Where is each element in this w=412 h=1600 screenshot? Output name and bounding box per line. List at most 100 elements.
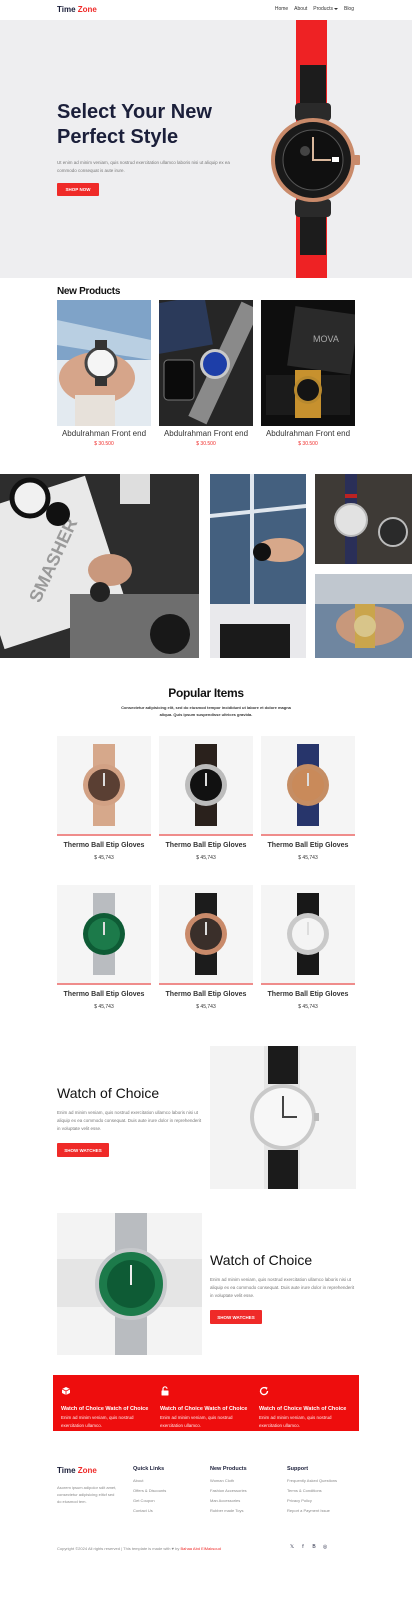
product-price: $ 30.500: [196, 441, 216, 447]
nav-link-products-label: Products: [313, 6, 333, 12]
footer-link[interactable]: Terms & Conditions: [287, 1488, 337, 1493]
product-name: Abdulrahman Front end: [265, 429, 351, 438]
hero-subtitle: Ut enim ad minim veniam, quis nostrud ex…: [57, 160, 230, 173]
product-card[interactable]: Abdulrahman Front end $ 30.500: [159, 300, 253, 447]
footer-link[interactable]: Man Accessories: [210, 1498, 247, 1503]
popular-item-divider: [159, 983, 253, 985]
hero-title-line2: Perfect Style: [57, 126, 179, 148]
popular-item-name: Thermo Ball Etip Gloves: [165, 991, 247, 998]
popular-item-image: [261, 736, 355, 834]
social-links: 𝕏 f B ◎: [289, 1544, 328, 1550]
svg-text:MOVA: MOVA: [313, 334, 339, 344]
footer-link[interactable]: About: [133, 1478, 166, 1483]
footer-link[interactable]: Fashion Accessories: [210, 1488, 247, 1493]
popular-item-image: [57, 885, 151, 983]
popular-item-divider: [261, 983, 355, 985]
nav-link-products[interactable]: Products: [313, 6, 338, 12]
product-card[interactable]: MOVA Abdulrahman Front end $ 30.500: [261, 300, 355, 447]
footer-link[interactable]: Rubber made Toys: [210, 1508, 247, 1513]
copyright-text: Copyright ©2024 All rights reserved | Th…: [57, 1546, 181, 1551]
behance-icon[interactable]: B: [311, 1544, 317, 1550]
globe-icon[interactable]: ◎: [322, 1544, 328, 1550]
hero-title-line1: Select Your New: [57, 101, 212, 123]
popular-item-card[interactable]: Thermo Ball Etip Gloves $ 45,743: [159, 736, 253, 861]
footer-link[interactable]: Get Coupon: [133, 1498, 166, 1503]
feature-title: Watch of Choice Watch of Choice: [61, 1406, 149, 1412]
popular-item-image: [261, 885, 355, 983]
product-price: $ 30.500: [94, 441, 114, 447]
feature-item: Watch of Choice Watch of Choice Enim ad …: [61, 1383, 157, 1430]
logo-accent: Zone: [77, 5, 97, 14]
gallery-image-bottom-right: [315, 574, 412, 658]
footer-column-title: Support: [287, 1466, 309, 1472]
popular-item-name: Thermo Ball Etip Gloves: [267, 991, 349, 998]
choice-watch-image: [57, 1213, 202, 1355]
nav-link-about[interactable]: About: [294, 6, 307, 12]
footer-column-support: Support Frequently Asked Questions Terms…: [287, 1466, 337, 1518]
hero-title: Select Your New Perfect Style: [57, 100, 257, 150]
logo-primary: Time: [57, 5, 76, 14]
choice-watch-image: [210, 1046, 356, 1189]
new-products-title: New Products: [57, 286, 121, 297]
footer-logo[interactable]: Time Zone: [57, 1466, 97, 1475]
footer-column-title: Quick Links: [133, 1466, 165, 1472]
popular-item-divider: [57, 834, 151, 836]
package-icon: [61, 1387, 71, 1395]
footer-link[interactable]: Privacy Policy: [287, 1498, 337, 1503]
hero-section: Select Your New Perfect Style Ut enim ad…: [0, 20, 412, 278]
copyright: Copyright ©2024 All rights reserved | Th…: [57, 1546, 221, 1551]
product-name: Abdulrahman Front end: [61, 429, 147, 438]
choice-title: Watch of Choice: [210, 1252, 313, 1268]
nav-link-home[interactable]: Home: [275, 6, 288, 12]
product-card[interactable]: Abdulrahman Front end $ 30.500: [57, 300, 151, 447]
popular-item-name: Thermo Ball Etip Gloves: [267, 842, 349, 849]
show-watches-button[interactable]: Show Watches: [57, 1143, 109, 1157]
top-nav: Time Zone Home About Products Blog: [0, 0, 412, 20]
gallery-image-tall: [210, 474, 306, 658]
footer-column-quick-links: Quick Links About Offers & Discounts Get…: [133, 1466, 166, 1518]
feature-text: Enim ad minim veniam, quis nostrud exerc…: [259, 1415, 332, 1428]
feature-text: Enim ad minim veniam, quis nostrud exerc…: [160, 1415, 233, 1428]
feature-text: Enim ad minim veniam, quis nostrud exerc…: [61, 1415, 134, 1428]
popular-item-price: $ 45,743: [196, 1004, 216, 1010]
popular-item-image: [57, 736, 151, 834]
popular-item-card[interactable]: Thermo Ball Etip Gloves $ 45,743: [159, 885, 253, 1010]
popular-item-name: Thermo Ball Etip Gloves: [63, 991, 145, 998]
feature-item: Watch of Choice Watch of Choice Enim ad …: [259, 1383, 355, 1430]
footer-link[interactable]: Offers & Discounts: [133, 1488, 166, 1493]
footer-logo-accent: Zone: [77, 1466, 97, 1475]
twitter-icon[interactable]: 𝕏: [289, 1544, 295, 1550]
feature-title: Watch of Choice Watch of Choice: [259, 1406, 347, 1412]
popular-item-card[interactable]: Thermo Ball Etip Gloves $ 45,743: [57, 736, 151, 861]
gallery-image-top-right: [315, 474, 412, 564]
nav-links: Home About Products Blog: [275, 6, 354, 12]
choice-title: Watch of Choice: [57, 1085, 160, 1101]
popular-item-image: [159, 885, 253, 983]
footer-link[interactable]: Woman Cloth: [210, 1478, 247, 1483]
footer-logo-primary: Time: [57, 1466, 76, 1475]
nav-link-blog[interactable]: Blog: [344, 6, 354, 12]
shop-now-button[interactable]: Shop Now: [57, 183, 99, 196]
feature-title: Watch of Choice Watch of Choice: [160, 1406, 248, 1412]
copyright-author-link[interactable]: Bahaa Abd ElMaksoud: [180, 1546, 220, 1551]
footer-column-title: New Products: [210, 1466, 247, 1472]
feature-item: Watch of Choice Watch of Choice Enim ad …: [160, 1383, 256, 1430]
popular-item-card[interactable]: Thermo Ball Etip Gloves $ 45,743: [261, 885, 355, 1010]
footer-column-new-products: New Products Woman Cloth Fashion Accesso…: [210, 1466, 247, 1518]
show-watches-button[interactable]: Show Watches: [210, 1310, 262, 1324]
refresh-icon: [259, 1386, 269, 1396]
popular-items-subtitle: Consectetur adipisicing elit, sed do eiu…: [121, 705, 291, 717]
choice-text: Enim ad minim veniam, quis nostrud exerc…: [57, 1110, 202, 1131]
footer-link[interactable]: Frequently Asked Questions: [287, 1478, 337, 1483]
logo[interactable]: Time Zone: [57, 5, 97, 14]
footer-link[interactable]: Contact Us: [133, 1508, 166, 1513]
facebook-icon[interactable]: f: [300, 1544, 306, 1550]
popular-item-divider: [261, 834, 355, 836]
footer-link[interactable]: Report a Payment Issue: [287, 1508, 337, 1513]
product-price: $ 30.500: [298, 441, 318, 447]
popular-item-card[interactable]: Thermo Ball Etip Gloves $ 45,743: [57, 885, 151, 1010]
footer-about: Asorem ipsum adipolor sdit amet, consect…: [57, 1485, 117, 1504]
popular-item-card[interactable]: Thermo Ball Etip Gloves $ 45,743: [261, 736, 355, 861]
chevron-down-icon: [333, 7, 338, 10]
popular-item-name: Thermo Ball Etip Gloves: [63, 842, 145, 849]
